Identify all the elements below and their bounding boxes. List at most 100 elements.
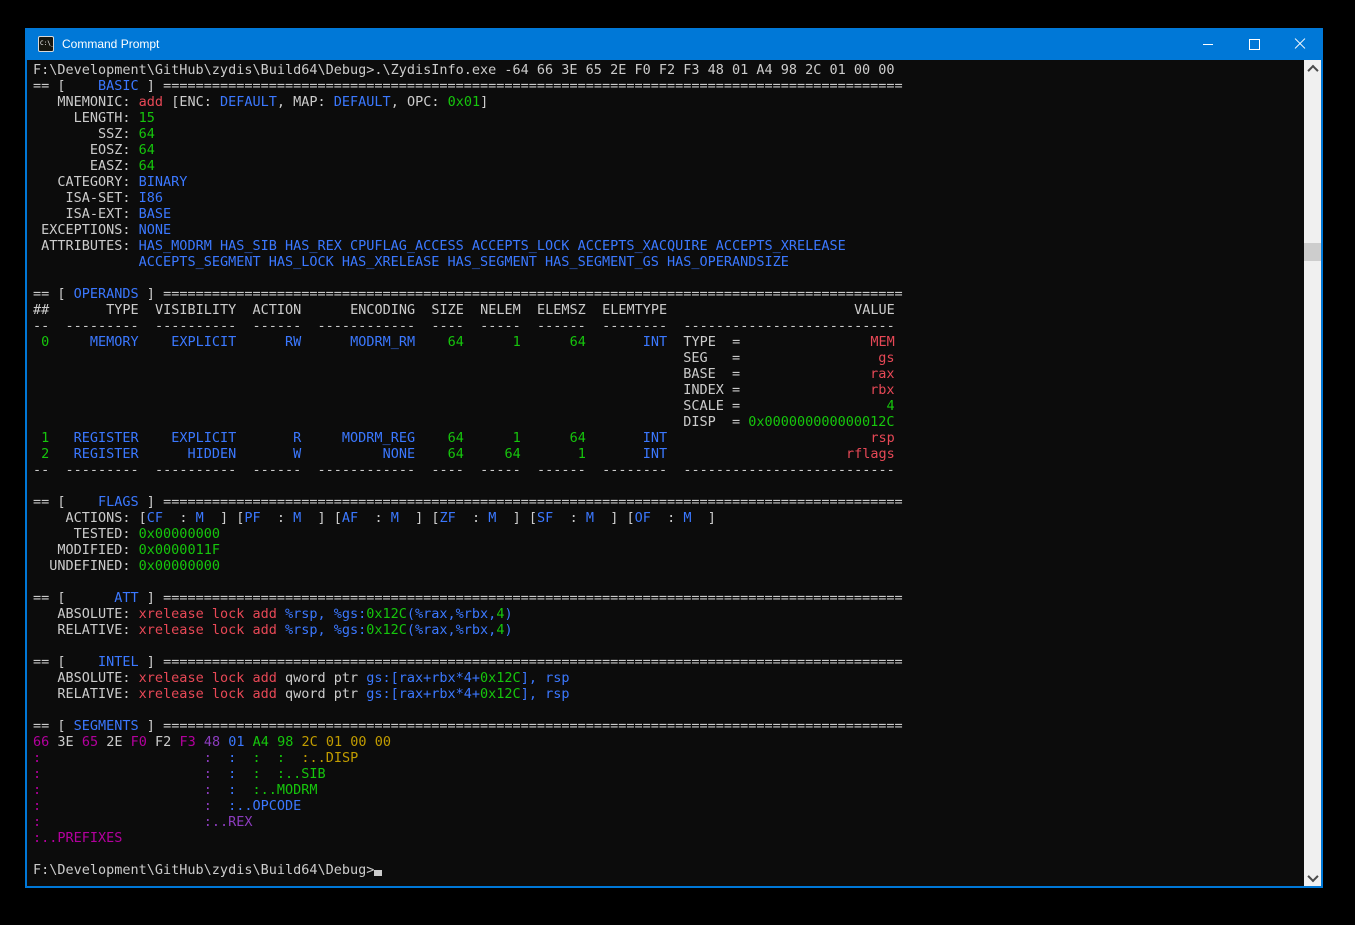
text-segment: : [204, 798, 212, 814]
console-line: == [ OPERANDS ] ========================… [33, 286, 1304, 302]
text-segment [74, 734, 82, 750]
text-segment [521, 430, 570, 446]
text-segment: ------------ [318, 318, 416, 334]
text-segment: 0x12C [366, 606, 407, 622]
text-segment: -- [33, 318, 49, 334]
text-segment: xrelease lock add [139, 670, 277, 686]
text-segment: rbx [870, 382, 894, 398]
console-line: == [ INTEL ] ===========================… [33, 654, 1304, 670]
text-segment: DEFAULT [334, 94, 391, 110]
text-segment [236, 334, 285, 350]
text-segment [415, 430, 448, 446]
maximize-button[interactable] [1231, 28, 1277, 60]
text-segment: SIZE [431, 302, 464, 318]
text-segment: CATEGORY: [33, 174, 139, 190]
console-line: MODIFIED: 0x0000011F [33, 542, 1304, 558]
scrollbar-thumb[interactable] [1304, 243, 1321, 261]
text-segment [586, 302, 602, 318]
text-segment [464, 430, 513, 446]
console-line: ISA-SET: I86 [33, 190, 1304, 206]
text-segment [212, 782, 228, 798]
console-line: 1 REGISTER EXPLICIT R MODRM_REG 64 1 64 … [33, 430, 1304, 446]
console-line: -- --------- ---------- ------ ---------… [33, 462, 1304, 478]
text-segment: F3 [179, 734, 195, 750]
text-segment: 64 [570, 334, 586, 350]
text-segment: ] [139, 494, 163, 510]
console-line: F:\Development\GitHub\zydis\Build64\Debu… [33, 62, 1304, 78]
console-line [33, 574, 1304, 590]
text-segment: ] [139, 286, 163, 302]
text-segment: ] [ [594, 510, 635, 526]
text-segment [269, 734, 277, 750]
text-segment: 64 [139, 158, 155, 174]
cmd-icon[interactable]: C:\_ [38, 36, 54, 52]
text-segment: [ENC: [163, 94, 220, 110]
text-segment: MNEMONIC: [33, 94, 139, 110]
chevron-up-icon [1307, 64, 1318, 75]
text-segment: ENCODING [350, 302, 415, 318]
close-button[interactable] [1277, 28, 1323, 60]
text-segment: : [33, 814, 41, 830]
title-bar[interactable]: C:\_ Command Prompt [25, 28, 1323, 60]
text-segment: ) [504, 606, 512, 622]
text-segment: :..DISP [301, 750, 358, 766]
console-line: == [ ATT ] =============================… [33, 590, 1304, 606]
scroll-down-button[interactable] [1304, 869, 1321, 886]
text-segment: : [33, 782, 41, 798]
text-segment: SEG = [683, 350, 740, 366]
scroll-up-button[interactable] [1304, 60, 1321, 77]
text-segment [236, 462, 252, 478]
text-segment: == [ [33, 494, 74, 510]
text-segment [464, 462, 480, 478]
text-segment: ========================================… [163, 590, 903, 606]
text-segment: : [253, 750, 261, 766]
console-line: UNDEFINED: 0x00000000 [33, 558, 1304, 574]
text-segment: 0 [33, 334, 49, 350]
text-segment: I86 [139, 190, 163, 206]
text-segment [415, 334, 448, 350]
console-line: == [ SEGMENTS ] ========================… [33, 718, 1304, 734]
text-segment: M [391, 510, 399, 526]
text-segment: -- [33, 462, 49, 478]
text-segment [33, 254, 139, 270]
text-segment: MODRM_REG [342, 430, 415, 446]
console-line: ACTIONS: [CF : M ] [PF : M ] [AF : M ] [… [33, 510, 1304, 526]
console-line: :..PREFIXES [33, 830, 1304, 846]
command-prompt-window: C:\_ Command Prompt F:\Development\GitHu… [25, 28, 1323, 888]
text-segment: ] [ [204, 510, 245, 526]
console-line [33, 702, 1304, 718]
text-segment: ZF [439, 510, 455, 526]
text-segment: ELEMTYPE [602, 302, 667, 318]
scrollbar[interactable] [1304, 60, 1321, 886]
text-segment [33, 366, 683, 382]
text-segment: 0x12C [480, 686, 521, 702]
minimize-button[interactable] [1185, 28, 1231, 60]
console-line: EXCEPTIONS: NONE [33, 222, 1304, 238]
text-segment: -------- [602, 462, 667, 478]
text-segment: ] [139, 654, 163, 670]
text-segment: F:\Development\GitHub\zydis\Build64\Debu… [33, 62, 895, 78]
text-segment [667, 302, 854, 318]
maximize-icon [1249, 39, 1260, 50]
text-segment: ---------- [155, 462, 236, 478]
text-segment: RW [285, 334, 301, 350]
text-segment: MEM [870, 334, 894, 350]
text-segment: , OPC: [391, 94, 448, 110]
text-segment [236, 430, 293, 446]
text-segment: : [253, 766, 261, 782]
text-segment [236, 782, 252, 798]
text-segment: 0x01 [448, 94, 481, 110]
text-segment: 64 [139, 142, 155, 158]
text-segment: ISA-SET: [33, 190, 139, 206]
text-segment: qword ptr [277, 670, 366, 686]
text-segment: : [261, 510, 294, 526]
text-segment: ATTRIBUTES: [33, 238, 139, 254]
text-segment: gs [878, 350, 894, 366]
console-line [33, 478, 1304, 494]
console-output[interactable]: F:\Development\GitHub\zydis\Build64\Debu… [27, 60, 1304, 886]
text-segment: -------- [602, 318, 667, 334]
text-segment [301, 462, 317, 478]
text-segment [521, 446, 578, 462]
text-segment: xrelease lock add [139, 606, 277, 622]
text-segment: NONE [383, 446, 416, 462]
